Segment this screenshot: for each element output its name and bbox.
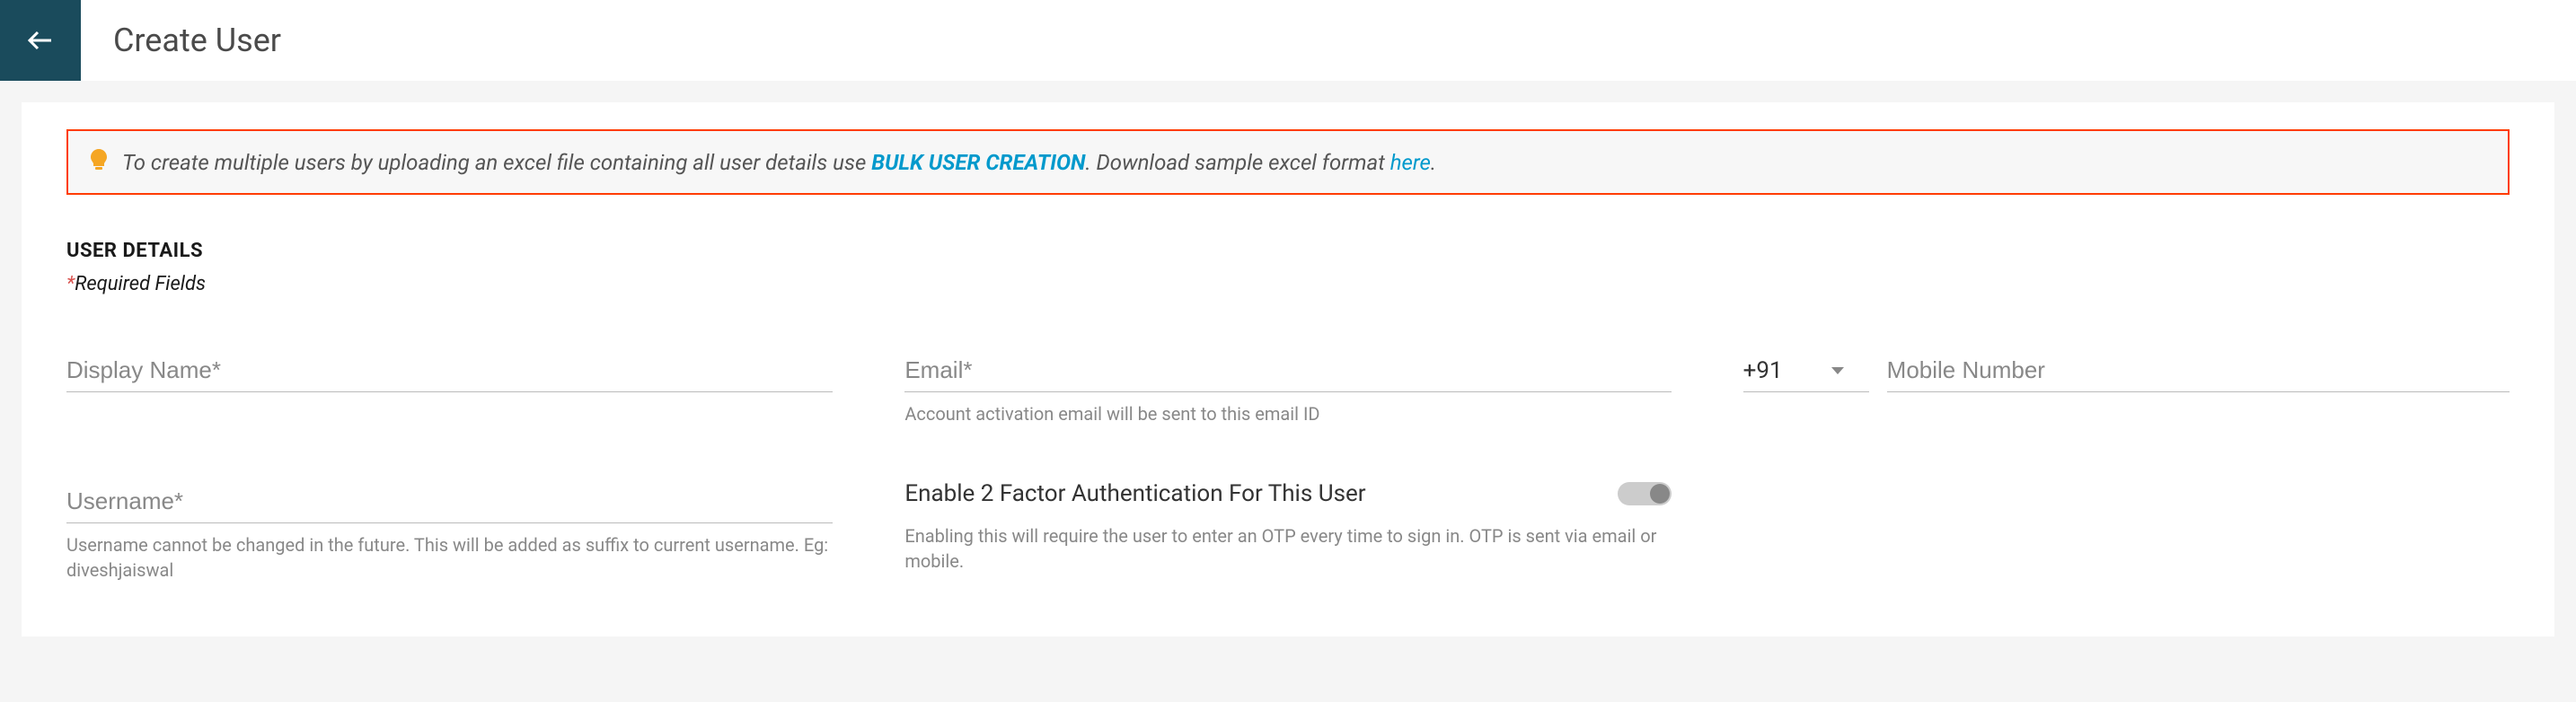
email-input[interactable] [904, 349, 1671, 392]
content-wrapper: To create multiple users by uploading an… [0, 81, 2576, 658]
email-helper-text: Account activation email will be sent to… [904, 401, 1671, 426]
mobile-number-input[interactable] [1887, 349, 2510, 392]
two-factor-label: Enable 2 Factor Authentication For This … [904, 480, 1365, 507]
country-code-select[interactable]: +91 [1743, 350, 1869, 392]
required-asterisk: * [66, 273, 75, 295]
info-text-after-bulk: . Download sample excel format [1085, 150, 1389, 175]
two-factor-toggle[interactable] [1618, 482, 1672, 505]
info-text-before: To create multiple users by uploading an… [122, 150, 871, 175]
sample-excel-link[interactable]: here [1390, 150, 1431, 175]
two-factor-row: Enable 2 Factor Authentication For This … [904, 480, 1671, 507]
form-grid: Account activation email will be sent to… [66, 349, 2510, 583]
info-banner-text: To create multiple users by uploading an… [122, 150, 1436, 175]
mobile-field: +91 [1743, 349, 2510, 426]
empty-cell [1743, 480, 2510, 583]
arrow-left-icon [24, 24, 57, 57]
required-fields-text: Required Fields [75, 273, 206, 295]
username-input[interactable] [66, 480, 833, 523]
info-banner: To create multiple users by uploading an… [66, 129, 2510, 195]
chevron-down-icon [1831, 367, 1844, 374]
header-bar: Create User [0, 0, 2576, 81]
two-factor-helper-text: Enabling this will require the user to e… [904, 523, 1671, 574]
two-factor-field: Enable 2 Factor Authentication For This … [904, 480, 1671, 583]
info-text-end: . [1431, 150, 1436, 175]
bulk-user-creation-link[interactable]: BULK USER CREATION [871, 150, 1085, 175]
country-code-value: +91 [1743, 357, 1783, 384]
required-fields-note: *Required Fields [66, 273, 2510, 295]
back-button[interactable] [0, 0, 81, 81]
display-name-field [66, 349, 833, 426]
toggle-knob [1650, 484, 1670, 504]
username-helper-text: Username cannot be changed in the future… [66, 532, 833, 583]
phone-row: +91 [1743, 349, 2510, 392]
lightbulb-icon [90, 149, 108, 175]
username-field: Username cannot be changed in the future… [66, 480, 833, 583]
section-heading: USER DETAILS [66, 240, 2510, 262]
page-title: Create User [113, 22, 281, 59]
content-card: To create multiple users by uploading an… [22, 102, 2554, 636]
email-field: Account activation email will be sent to… [904, 349, 1671, 426]
display-name-input[interactable] [66, 349, 833, 392]
